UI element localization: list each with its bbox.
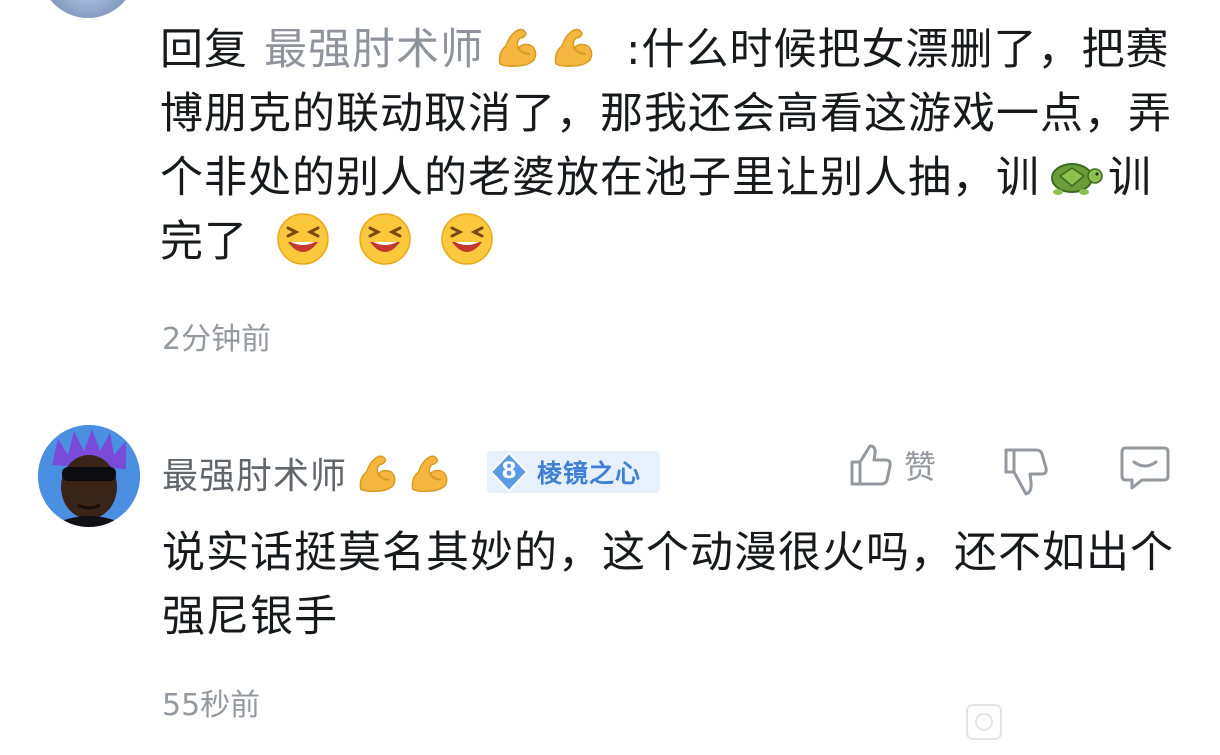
like-label: 赞 [904,448,937,486]
thumbs-up-icon [850,444,892,486]
reply-target-username[interactable]: 最强肘术师 [264,25,484,75]
flexed-biceps-emoji [411,455,448,493]
avatar-image [38,425,140,527]
reply-colon: : [626,25,642,75]
comment-username[interactable]: 最强肘术师 [162,447,347,499]
avatar[interactable] [38,425,140,527]
grinning-squinting-face-emoji [359,213,411,265]
flexed-biceps-emoji [359,455,396,493]
like-button[interactable]: 赞 [848,442,936,488]
thumbs-down-icon [1004,448,1048,496]
fan-medal-level-number: 8 [501,459,517,484]
reply-button[interactable] [1120,444,1170,492]
grinning-squinting-face-emoji [277,213,329,265]
fan-medal-badge[interactable]: 8 棱镜之心 [487,451,660,493]
flexed-biceps-emoji [554,28,593,67]
fan-medal-name: 棱镜之心 [537,459,642,488]
grinning-squinting-face-emoji [441,213,493,265]
turtle-emoji [1051,163,1103,195]
reply-comment-text: 回复 最强肘术师 :什么时候把女漂删了，把赛博朋克的联动取消了，那我还会高看这游戏… [160,18,1190,274]
reply-timestamp: 2分钟前 [162,322,272,357]
comment-bubble-icon [1120,446,1170,490]
dislike-button[interactable] [1002,446,1050,498]
reply-prefix: 回复 [160,25,248,75]
avatar-previous-user[interactable] [40,0,136,18]
flexed-biceps-emoji [498,28,537,67]
fan-medal-level: 8 [487,451,531,493]
comment-timestamp: 55秒前 [162,688,261,723]
comment-text: 说实话挺莫名其妙的，这个动漫很火吗，还不如出个强尼银手 [162,528,1174,642]
comment-username-row[interactable]: 最强肘术师 [162,447,451,499]
image-icon [966,704,1002,740]
